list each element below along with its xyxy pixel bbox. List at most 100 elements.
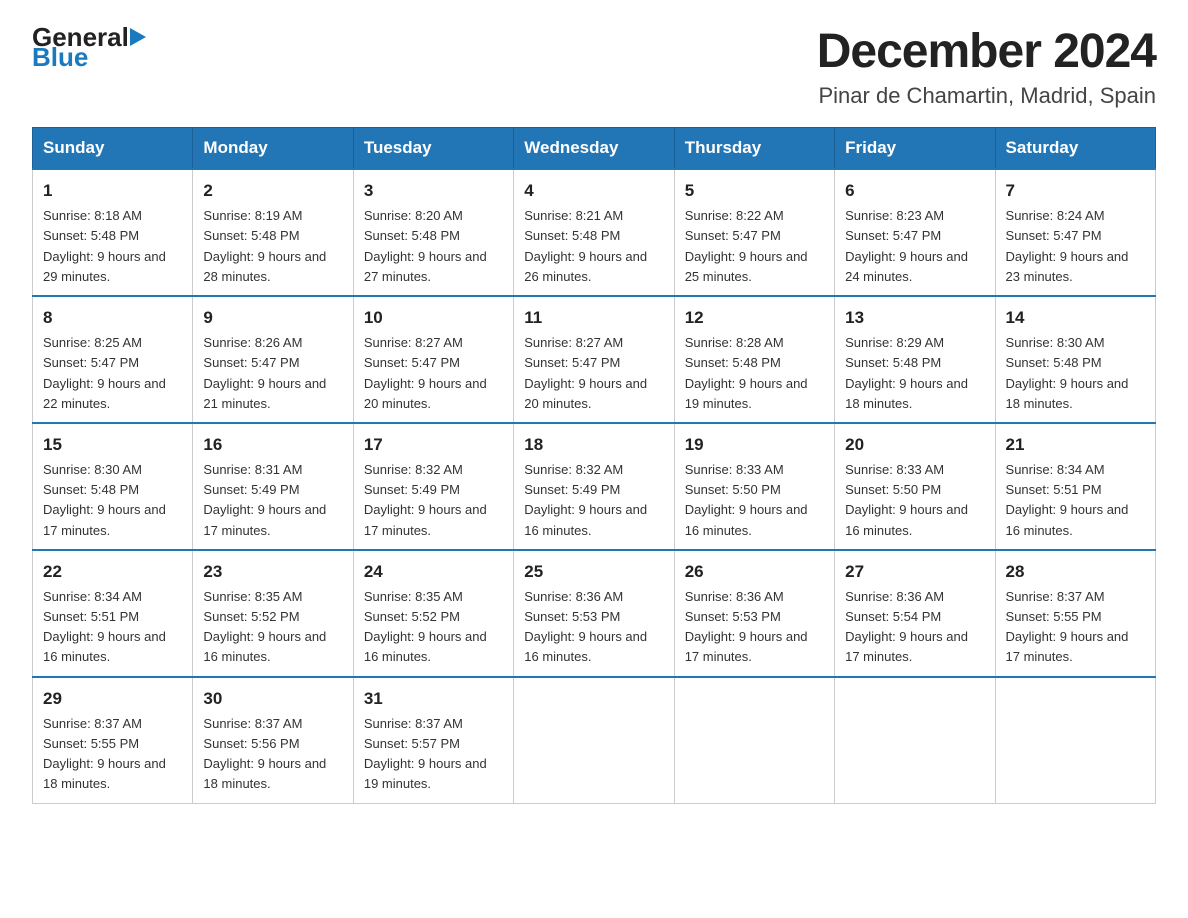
day-number: 18 bbox=[524, 432, 663, 458]
col-header-monday: Monday bbox=[193, 128, 353, 170]
calendar-cell: 18Sunrise: 8:32 AMSunset: 5:49 PMDayligh… bbox=[514, 423, 674, 550]
calendar-cell: 1Sunrise: 8:18 AMSunset: 5:48 PMDaylight… bbox=[33, 169, 193, 296]
day-number: 1 bbox=[43, 178, 182, 204]
title-block: December 2024 Pinar de Chamartin, Madrid… bbox=[817, 24, 1156, 109]
day-info: Sunrise: 8:34 AMSunset: 5:51 PMDaylight:… bbox=[1006, 460, 1145, 541]
calendar-cell: 24Sunrise: 8:35 AMSunset: 5:52 PMDayligh… bbox=[353, 550, 513, 677]
calendar-cell: 29Sunrise: 8:37 AMSunset: 5:55 PMDayligh… bbox=[33, 677, 193, 803]
logo-arrow-icon bbox=[130, 28, 146, 46]
calendar-cell: 30Sunrise: 8:37 AMSunset: 5:56 PMDayligh… bbox=[193, 677, 353, 803]
day-number: 17 bbox=[364, 432, 503, 458]
day-info: Sunrise: 8:37 AMSunset: 5:56 PMDaylight:… bbox=[203, 714, 342, 795]
day-info: Sunrise: 8:20 AMSunset: 5:48 PMDaylight:… bbox=[364, 206, 503, 287]
day-info: Sunrise: 8:32 AMSunset: 5:49 PMDaylight:… bbox=[524, 460, 663, 541]
calendar-cell: 16Sunrise: 8:31 AMSunset: 5:49 PMDayligh… bbox=[193, 423, 353, 550]
calendar-cell: 8Sunrise: 8:25 AMSunset: 5:47 PMDaylight… bbox=[33, 296, 193, 423]
col-header-saturday: Saturday bbox=[995, 128, 1155, 170]
day-number: 15 bbox=[43, 432, 182, 458]
day-info: Sunrise: 8:25 AMSunset: 5:47 PMDaylight:… bbox=[43, 333, 182, 414]
day-number: 4 bbox=[524, 178, 663, 204]
day-number: 31 bbox=[364, 686, 503, 712]
day-number: 19 bbox=[685, 432, 824, 458]
calendar-cell: 5Sunrise: 8:22 AMSunset: 5:47 PMDaylight… bbox=[674, 169, 834, 296]
calendar-cell bbox=[674, 677, 834, 803]
day-number: 24 bbox=[364, 559, 503, 585]
day-info: Sunrise: 8:19 AMSunset: 5:48 PMDaylight:… bbox=[203, 206, 342, 287]
day-info: Sunrise: 8:24 AMSunset: 5:47 PMDaylight:… bbox=[1006, 206, 1145, 287]
calendar-cell: 27Sunrise: 8:36 AMSunset: 5:54 PMDayligh… bbox=[835, 550, 995, 677]
calendar-cell: 6Sunrise: 8:23 AMSunset: 5:47 PMDaylight… bbox=[835, 169, 995, 296]
day-info: Sunrise: 8:37 AMSunset: 5:57 PMDaylight:… bbox=[364, 714, 503, 795]
day-number: 26 bbox=[685, 559, 824, 585]
day-number: 23 bbox=[203, 559, 342, 585]
day-number: 13 bbox=[845, 305, 984, 331]
day-info: Sunrise: 8:34 AMSunset: 5:51 PMDaylight:… bbox=[43, 587, 182, 668]
calendar-table: SundayMondayTuesdayWednesdayThursdayFrid… bbox=[32, 127, 1156, 804]
day-number: 20 bbox=[845, 432, 984, 458]
calendar-cell: 28Sunrise: 8:37 AMSunset: 5:55 PMDayligh… bbox=[995, 550, 1155, 677]
day-info: Sunrise: 8:21 AMSunset: 5:48 PMDaylight:… bbox=[524, 206, 663, 287]
day-info: Sunrise: 8:23 AMSunset: 5:47 PMDaylight:… bbox=[845, 206, 984, 287]
calendar-cell: 25Sunrise: 8:36 AMSunset: 5:53 PMDayligh… bbox=[514, 550, 674, 677]
day-number: 12 bbox=[685, 305, 824, 331]
calendar-week-row: 29Sunrise: 8:37 AMSunset: 5:55 PMDayligh… bbox=[33, 677, 1156, 803]
calendar-cell: 2Sunrise: 8:19 AMSunset: 5:48 PMDaylight… bbox=[193, 169, 353, 296]
calendar-title: December 2024 bbox=[817, 24, 1156, 79]
calendar-cell bbox=[995, 677, 1155, 803]
day-number: 10 bbox=[364, 305, 503, 331]
calendar-cell bbox=[835, 677, 995, 803]
day-number: 25 bbox=[524, 559, 663, 585]
page-header: General Blue December 2024 Pinar de Cham… bbox=[32, 24, 1156, 109]
day-number: 27 bbox=[845, 559, 984, 585]
calendar-week-row: 22Sunrise: 8:34 AMSunset: 5:51 PMDayligh… bbox=[33, 550, 1156, 677]
calendar-cell: 3Sunrise: 8:20 AMSunset: 5:48 PMDaylight… bbox=[353, 169, 513, 296]
calendar-cell bbox=[514, 677, 674, 803]
day-number: 2 bbox=[203, 178, 342, 204]
day-number: 30 bbox=[203, 686, 342, 712]
day-info: Sunrise: 8:29 AMSunset: 5:48 PMDaylight:… bbox=[845, 333, 984, 414]
col-header-tuesday: Tuesday bbox=[353, 128, 513, 170]
calendar-cell: 26Sunrise: 8:36 AMSunset: 5:53 PMDayligh… bbox=[674, 550, 834, 677]
day-number: 21 bbox=[1006, 432, 1145, 458]
calendar-cell: 31Sunrise: 8:37 AMSunset: 5:57 PMDayligh… bbox=[353, 677, 513, 803]
day-info: Sunrise: 8:36 AMSunset: 5:53 PMDaylight:… bbox=[685, 587, 824, 668]
day-info: Sunrise: 8:37 AMSunset: 5:55 PMDaylight:… bbox=[1006, 587, 1145, 668]
logo: General Blue bbox=[32, 24, 147, 70]
day-info: Sunrise: 8:37 AMSunset: 5:55 PMDaylight:… bbox=[43, 714, 182, 795]
day-info: Sunrise: 8:36 AMSunset: 5:54 PMDaylight:… bbox=[845, 587, 984, 668]
day-number: 11 bbox=[524, 305, 663, 331]
calendar-cell: 11Sunrise: 8:27 AMSunset: 5:47 PMDayligh… bbox=[514, 296, 674, 423]
day-number: 28 bbox=[1006, 559, 1145, 585]
day-number: 14 bbox=[1006, 305, 1145, 331]
logo-blue-text: Blue bbox=[32, 44, 88, 70]
calendar-cell: 15Sunrise: 8:30 AMSunset: 5:48 PMDayligh… bbox=[33, 423, 193, 550]
day-number: 6 bbox=[845, 178, 984, 204]
day-info: Sunrise: 8:28 AMSunset: 5:48 PMDaylight:… bbox=[685, 333, 824, 414]
col-header-sunday: Sunday bbox=[33, 128, 193, 170]
calendar-cell: 19Sunrise: 8:33 AMSunset: 5:50 PMDayligh… bbox=[674, 423, 834, 550]
calendar-cell: 17Sunrise: 8:32 AMSunset: 5:49 PMDayligh… bbox=[353, 423, 513, 550]
calendar-cell: 22Sunrise: 8:34 AMSunset: 5:51 PMDayligh… bbox=[33, 550, 193, 677]
day-info: Sunrise: 8:33 AMSunset: 5:50 PMDaylight:… bbox=[685, 460, 824, 541]
day-info: Sunrise: 8:27 AMSunset: 5:47 PMDaylight:… bbox=[524, 333, 663, 414]
day-number: 7 bbox=[1006, 178, 1145, 204]
calendar-cell: 23Sunrise: 8:35 AMSunset: 5:52 PMDayligh… bbox=[193, 550, 353, 677]
col-header-thursday: Thursday bbox=[674, 128, 834, 170]
calendar-cell: 20Sunrise: 8:33 AMSunset: 5:50 PMDayligh… bbox=[835, 423, 995, 550]
col-header-wednesday: Wednesday bbox=[514, 128, 674, 170]
day-number: 9 bbox=[203, 305, 342, 331]
day-number: 8 bbox=[43, 305, 182, 331]
day-info: Sunrise: 8:18 AMSunset: 5:48 PMDaylight:… bbox=[43, 206, 182, 287]
day-number: 16 bbox=[203, 432, 342, 458]
day-info: Sunrise: 8:27 AMSunset: 5:47 PMDaylight:… bbox=[364, 333, 503, 414]
day-info: Sunrise: 8:26 AMSunset: 5:47 PMDaylight:… bbox=[203, 333, 342, 414]
calendar-cell: 21Sunrise: 8:34 AMSunset: 5:51 PMDayligh… bbox=[995, 423, 1155, 550]
day-info: Sunrise: 8:31 AMSunset: 5:49 PMDaylight:… bbox=[203, 460, 342, 541]
day-info: Sunrise: 8:35 AMSunset: 5:52 PMDaylight:… bbox=[364, 587, 503, 668]
day-info: Sunrise: 8:32 AMSunset: 5:49 PMDaylight:… bbox=[364, 460, 503, 541]
calendar-cell: 13Sunrise: 8:29 AMSunset: 5:48 PMDayligh… bbox=[835, 296, 995, 423]
calendar-cell: 7Sunrise: 8:24 AMSunset: 5:47 PMDaylight… bbox=[995, 169, 1155, 296]
day-info: Sunrise: 8:35 AMSunset: 5:52 PMDaylight:… bbox=[203, 587, 342, 668]
calendar-header-row: SundayMondayTuesdayWednesdayThursdayFrid… bbox=[33, 128, 1156, 170]
calendar-cell: 4Sunrise: 8:21 AMSunset: 5:48 PMDaylight… bbox=[514, 169, 674, 296]
